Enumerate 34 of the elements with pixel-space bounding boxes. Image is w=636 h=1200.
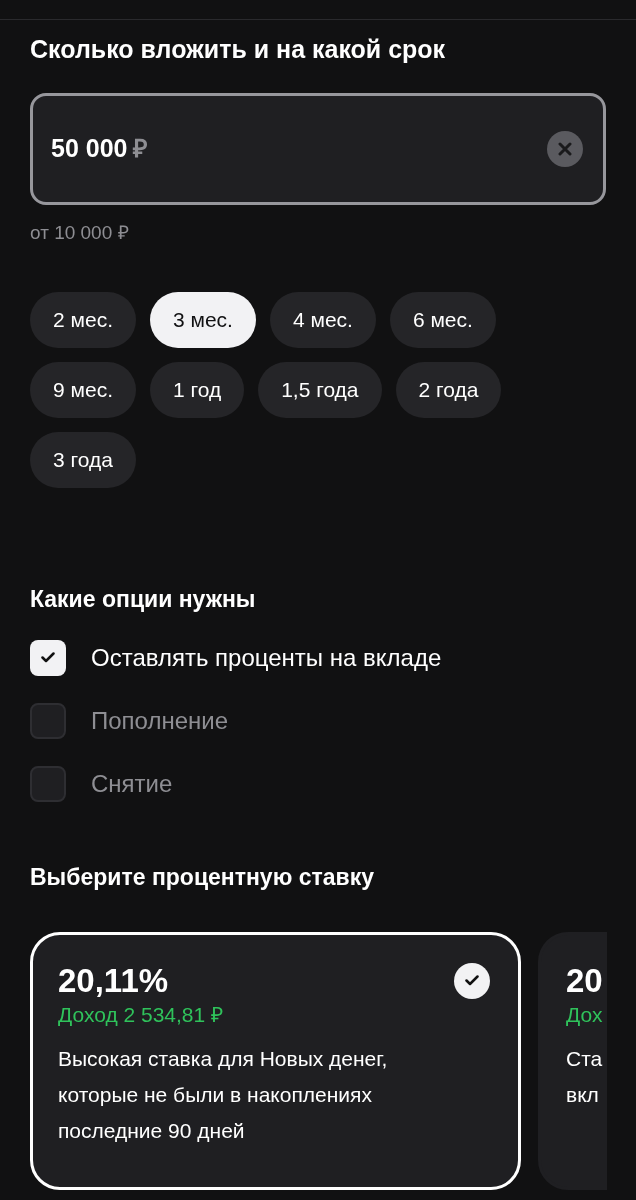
amount-value: 50 000 [51,133,128,165]
term-chip[interactable]: 3 года [30,431,136,488]
close-icon [558,142,572,156]
check-icon [41,652,55,663]
term-chip[interactable]: 1,5 года [258,361,382,418]
term-chip[interactable]: 1 год [149,361,245,418]
checkbox[interactable] [30,702,66,739]
section-heading: Сколько вложить и на какой срок [30,34,447,64]
rate-card[interactable]: 20 Дох Ста вкл [538,931,607,1190]
amount-field[interactable]: 50 000 ₽ [30,93,606,205]
minimum-hint: от 10 000 ₽ [30,221,130,245]
section-heading: Выберите процентную ставку [30,862,375,892]
term-chip[interactable]: 4 мес. [269,291,376,348]
term-chip[interactable]: 3 мес. [149,291,256,348]
term-chip[interactable]: 2 года [395,361,502,418]
rate-description: Ста вкл [566,1045,603,1108]
option-label: Оставлять проценты на вкладе [91,642,442,673]
income-text: Доход 2 534,81 ₽ [58,1001,224,1028]
checkbox[interactable] [30,765,66,802]
income-text: Дох [566,1001,603,1028]
term-chip[interactable]: 6 мес. [389,291,496,348]
rate-description: Высокая ставка для Новых денег, которые не были в накоплениях последние 90 дней [58,1045,388,1144]
rate-value: 20 [566,960,603,1001]
option-label: Снятие [91,768,173,799]
section-heading: Какие опции нужны [30,584,257,614]
checkbox[interactable] [30,639,66,676]
clear-button[interactable] [547,131,583,167]
selected-check-icon [454,962,490,999]
term-chip[interactable]: 2 мес. [30,291,136,348]
currency-sign: ₽ [133,133,149,165]
rate-value: 20,11% [58,960,169,1001]
rate-card[interactable]: 20,11% Доход 2 534,81 ₽ Высокая ставка для Новых денег, которые не были в накоплениях последние 90 дней [30,931,521,1190]
option-label: Пополнение [91,705,229,736]
term-chip[interactable]: 9 мес. [30,361,136,418]
